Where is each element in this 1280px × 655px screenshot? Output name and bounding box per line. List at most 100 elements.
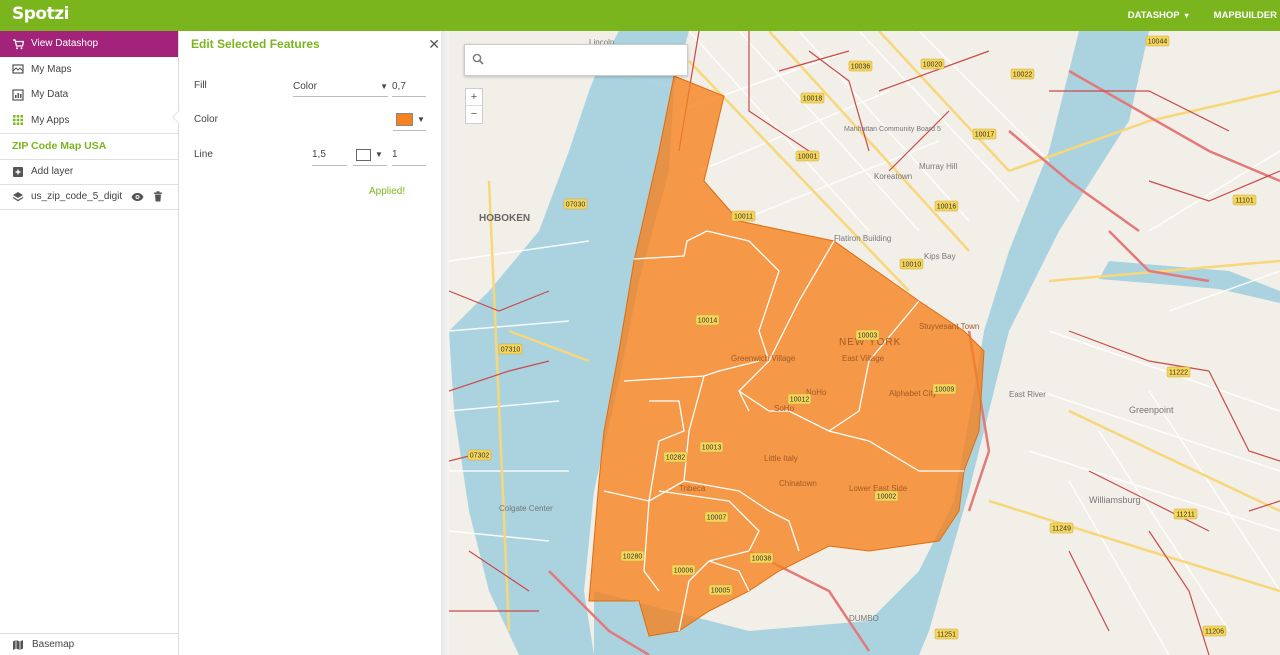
- dropdown-arrow-icon: ▼: [417, 115, 425, 124]
- close-icon[interactable]: ✕: [428, 36, 440, 53]
- color-swatch: [356, 148, 371, 161]
- zip-code-text: 10022: [1013, 72, 1033, 79]
- zip-code-text: 10018: [803, 96, 823, 103]
- zip-code-text: 10014: [698, 318, 718, 325]
- zip-label: 07030: [563, 198, 588, 210]
- basemap-label: Basemap: [32, 639, 75, 650]
- place-label: HOBOKEN: [479, 213, 530, 224]
- place-label: Greenwich Village: [731, 354, 796, 363]
- zip-label: 10006: [671, 564, 696, 576]
- add-layer-button[interactable]: Add layer: [0, 158, 178, 185]
- edit-features-panel: Edit Selected Features ✕ Fill Color ▼ 0,…: [179, 31, 446, 655]
- place-label: Manhattan Community Board 5: [844, 126, 941, 133]
- zip-label: 10013: [699, 441, 724, 453]
- place-label: Murray Hill: [919, 162, 957, 171]
- zip-code-text: 10011: [734, 214, 753, 221]
- map-search-box[interactable]: [464, 44, 688, 76]
- zip-code-text: 11101: [1235, 198, 1254, 205]
- fill-opacity-input[interactable]: 0,7: [392, 77, 426, 97]
- map-icon: [12, 639, 24, 651]
- zip-label: 10014: [695, 314, 720, 326]
- zip-label: 10022: [1010, 68, 1035, 80]
- layers-icon: [12, 191, 24, 203]
- map-title[interactable]: ZIP Code Map USA: [0, 133, 178, 159]
- spotzi-logo[interactable]: Spotzi: [12, 4, 69, 24]
- place-label: Tribeca: [679, 484, 706, 493]
- zip-code-text: 10007: [707, 515, 727, 522]
- zip-label: 10036: [848, 60, 873, 72]
- sidebar-item-my-apps[interactable]: My Apps: [0, 108, 178, 134]
- place-label: East Village: [842, 354, 885, 363]
- zip-label: 11249: [1049, 522, 1074, 534]
- maps-icon: [12, 63, 24, 75]
- data-icon: [12, 89, 24, 101]
- plus-square-icon: [12, 166, 24, 178]
- panel-title: Edit Selected Features: [191, 37, 320, 51]
- fill-type-select[interactable]: Color ▼: [293, 77, 388, 97]
- apps-grid-icon: [12, 114, 24, 126]
- fill-label: Fill: [194, 80, 207, 91]
- sidebar-item-label: View Datashop: [31, 38, 99, 50]
- sidebar-item-view-datashop[interactable]: View Datashop: [0, 31, 178, 57]
- place-label: Chinatown: [779, 479, 817, 488]
- basemap-button[interactable]: Basemap: [0, 633, 179, 655]
- dropdown-arrow-icon: ▼: [375, 150, 383, 159]
- layer-item[interactable]: us_zip_code_5_digit: [0, 184, 178, 210]
- zip-label: 10007: [704, 511, 729, 523]
- add-layer-label: Add layer: [31, 166, 74, 178]
- sidebar: View Datashop My Maps My Data My Apps ZI…: [0, 31, 179, 655]
- top-menu: DATASHOP ▾ MAPBUILDER: [1106, 0, 1280, 31]
- zip-label: 10044: [1145, 35, 1170, 47]
- zip-code-text: 10038: [752, 556, 772, 563]
- zip-label: 07302: [467, 449, 492, 461]
- zoom-out-button[interactable]: −: [466, 106, 482, 123]
- color-label: Color: [194, 114, 218, 125]
- sidebar-item-my-maps[interactable]: My Maps: [0, 57, 178, 83]
- zip-code-text: 10044: [1148, 39, 1168, 46]
- sidebar-item-label: My Maps: [31, 63, 72, 75]
- map-canvas[interactable]: HOBOKEN NEW YORK Greenpoint Williamsburg…: [449, 31, 1280, 655]
- fill-color-picker[interactable]: ▼: [393, 109, 426, 131]
- line-width-input[interactable]: 1,5: [312, 144, 347, 166]
- zip-label: 10012: [787, 393, 812, 405]
- search-input[interactable]: [490, 49, 680, 71]
- zip-label: 11222: [1166, 366, 1191, 378]
- zip-code-text: 10036: [851, 64, 871, 71]
- zip-label: 11101: [1232, 194, 1257, 206]
- dropdown-arrow-icon: ▼: [380, 82, 388, 91]
- zip-label: 10017: [972, 128, 997, 140]
- zip-label: 10010: [899, 258, 924, 270]
- zip-code-text: 10012: [790, 397, 810, 404]
- zip-code-text: 11222: [1169, 370, 1188, 377]
- place-label: Greenpoint: [1129, 405, 1174, 415]
- zip-label: 10011: [731, 210, 756, 222]
- zip-code-text: 11251: [937, 632, 956, 639]
- zip-label: 11251: [934, 628, 959, 640]
- zoom-control: + −: [465, 88, 483, 124]
- zip-label: 10016: [934, 200, 959, 212]
- zip-code-text: 10005: [711, 588, 731, 595]
- zip-code-text: 10280: [623, 554, 643, 561]
- zip-code-text: 10006: [674, 568, 694, 575]
- place-label: DUMBO: [849, 614, 879, 623]
- cart-icon: [12, 38, 24, 50]
- mapbuilder-menu[interactable]: MAPBUILDER: [1214, 10, 1277, 21]
- line-opacity-input[interactable]: 1: [392, 144, 426, 166]
- layer-name: us_zip_code_5_digit: [31, 191, 123, 203]
- zip-label: 10001: [795, 150, 820, 162]
- place-label: Stuyvesant Town: [919, 322, 979, 331]
- color-swatch: [396, 113, 413, 126]
- zip-label: 10018: [800, 92, 825, 104]
- line-color-picker[interactable]: ▼: [353, 144, 387, 166]
- search-icon: [472, 53, 484, 68]
- datashop-menu[interactable]: DATASHOP ▾: [1128, 10, 1189, 21]
- panel-edge: [441, 31, 449, 655]
- eye-icon[interactable]: [131, 192, 144, 202]
- zip-code-text: 10003: [858, 333, 878, 340]
- zip-code-text: 11206: [1205, 629, 1224, 636]
- zip-label: 11211: [1173, 508, 1198, 520]
- zoom-in-button[interactable]: +: [466, 89, 482, 106]
- trash-icon[interactable]: [153, 191, 163, 202]
- sidebar-item-my-data[interactable]: My Data: [0, 82, 178, 108]
- sidebar-item-label: My Apps: [31, 114, 70, 126]
